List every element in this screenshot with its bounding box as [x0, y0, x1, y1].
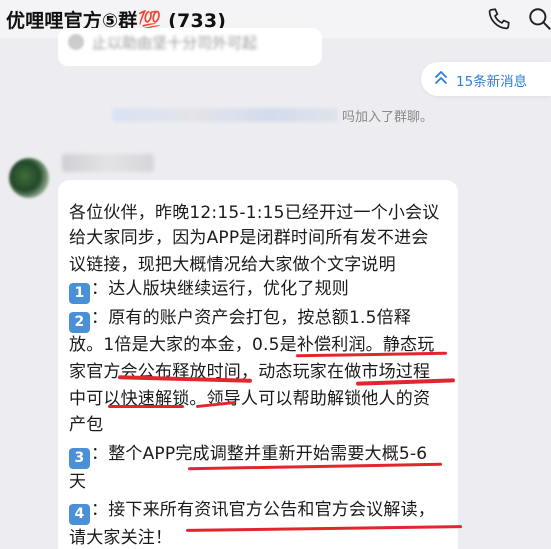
message-line-text: 各位伙伴，昨晚12:15-1:15已经开过一个小会议: [69, 203, 440, 223]
message-line-text: 议链接，现把大概情况给大家做个文字说明: [69, 255, 396, 275]
keycap-number-icon: 3: [69, 448, 90, 469]
message-line: 产包: [69, 410, 103, 435]
message-line: 天: [69, 467, 86, 492]
emoji-icon: [68, 34, 84, 50]
message-line-text: ：原有的账户资产会打包，按总额1.5倍释: [91, 308, 412, 328]
message-line: 给大家同步，因为APP是闭群时间所有发不进会: [69, 223, 429, 248]
phone-icon[interactable]: [486, 6, 512, 32]
keycap-number-icon: 4: [69, 504, 90, 525]
search-icon[interactable]: [527, 6, 551, 32]
message-line-text: ：接下来所有资讯官方公告和官方会议解读，: [91, 500, 435, 520]
annotation-underline: [108, 405, 184, 408]
keycap-number-icon: 1: [69, 283, 90, 304]
system-notice-text: 吗加入了群聊。: [342, 109, 434, 125]
previous-message-bubble: 止以助由坚十分司外可起: [58, 28, 322, 66]
message-line-text: ：达人版块继续运行，优化了规则: [91, 279, 349, 299]
unread-messages-label: 15条新消息: [456, 74, 528, 90]
unread-messages-button[interactable]: 15条新消息: [421, 62, 551, 96]
message-line-text: 给大家同步，因为APP是闭群时间所有发不进会: [69, 228, 429, 248]
message-line: 各位伙伴，昨晚12:15-1:15已经开过一个小会议: [69, 198, 440, 223]
message-line: 请大家关注！: [69, 523, 172, 548]
sender-name-blurred: [62, 154, 154, 172]
double-chevron-up-icon: [435, 71, 447, 84]
message-line: 议链接，现把大概情况给大家做个文字说明: [69, 250, 396, 275]
message-line-text: ：整个APP完成调整并重新开始需要大概5-6: [91, 444, 428, 464]
blurred-member-names: [112, 108, 338, 122]
message-line-text: 产包: [69, 415, 104, 435]
system-notice: 吗加入了群聊。: [112, 104, 433, 126]
message-line-text: 天: [69, 472, 87, 492]
previous-message-text: 止以助由坚十分司外可起: [92, 34, 258, 52]
message-line: 4 ：接下来所有资讯官方公告和官方会议解读，: [69, 495, 435, 525]
message-line: 2 ：原有的账户资产会打包，按总额1.5倍释: [69, 303, 411, 333]
message-line: 放。1倍是大家的本金，0.5是补偿利润。静态玩: [69, 330, 434, 355]
avatar[interactable]: [9, 158, 49, 198]
message-line: 1 ：达人版块继续运行，优化了规则: [69, 274, 349, 304]
message-line-text: 请大家关注！: [69, 528, 173, 548]
